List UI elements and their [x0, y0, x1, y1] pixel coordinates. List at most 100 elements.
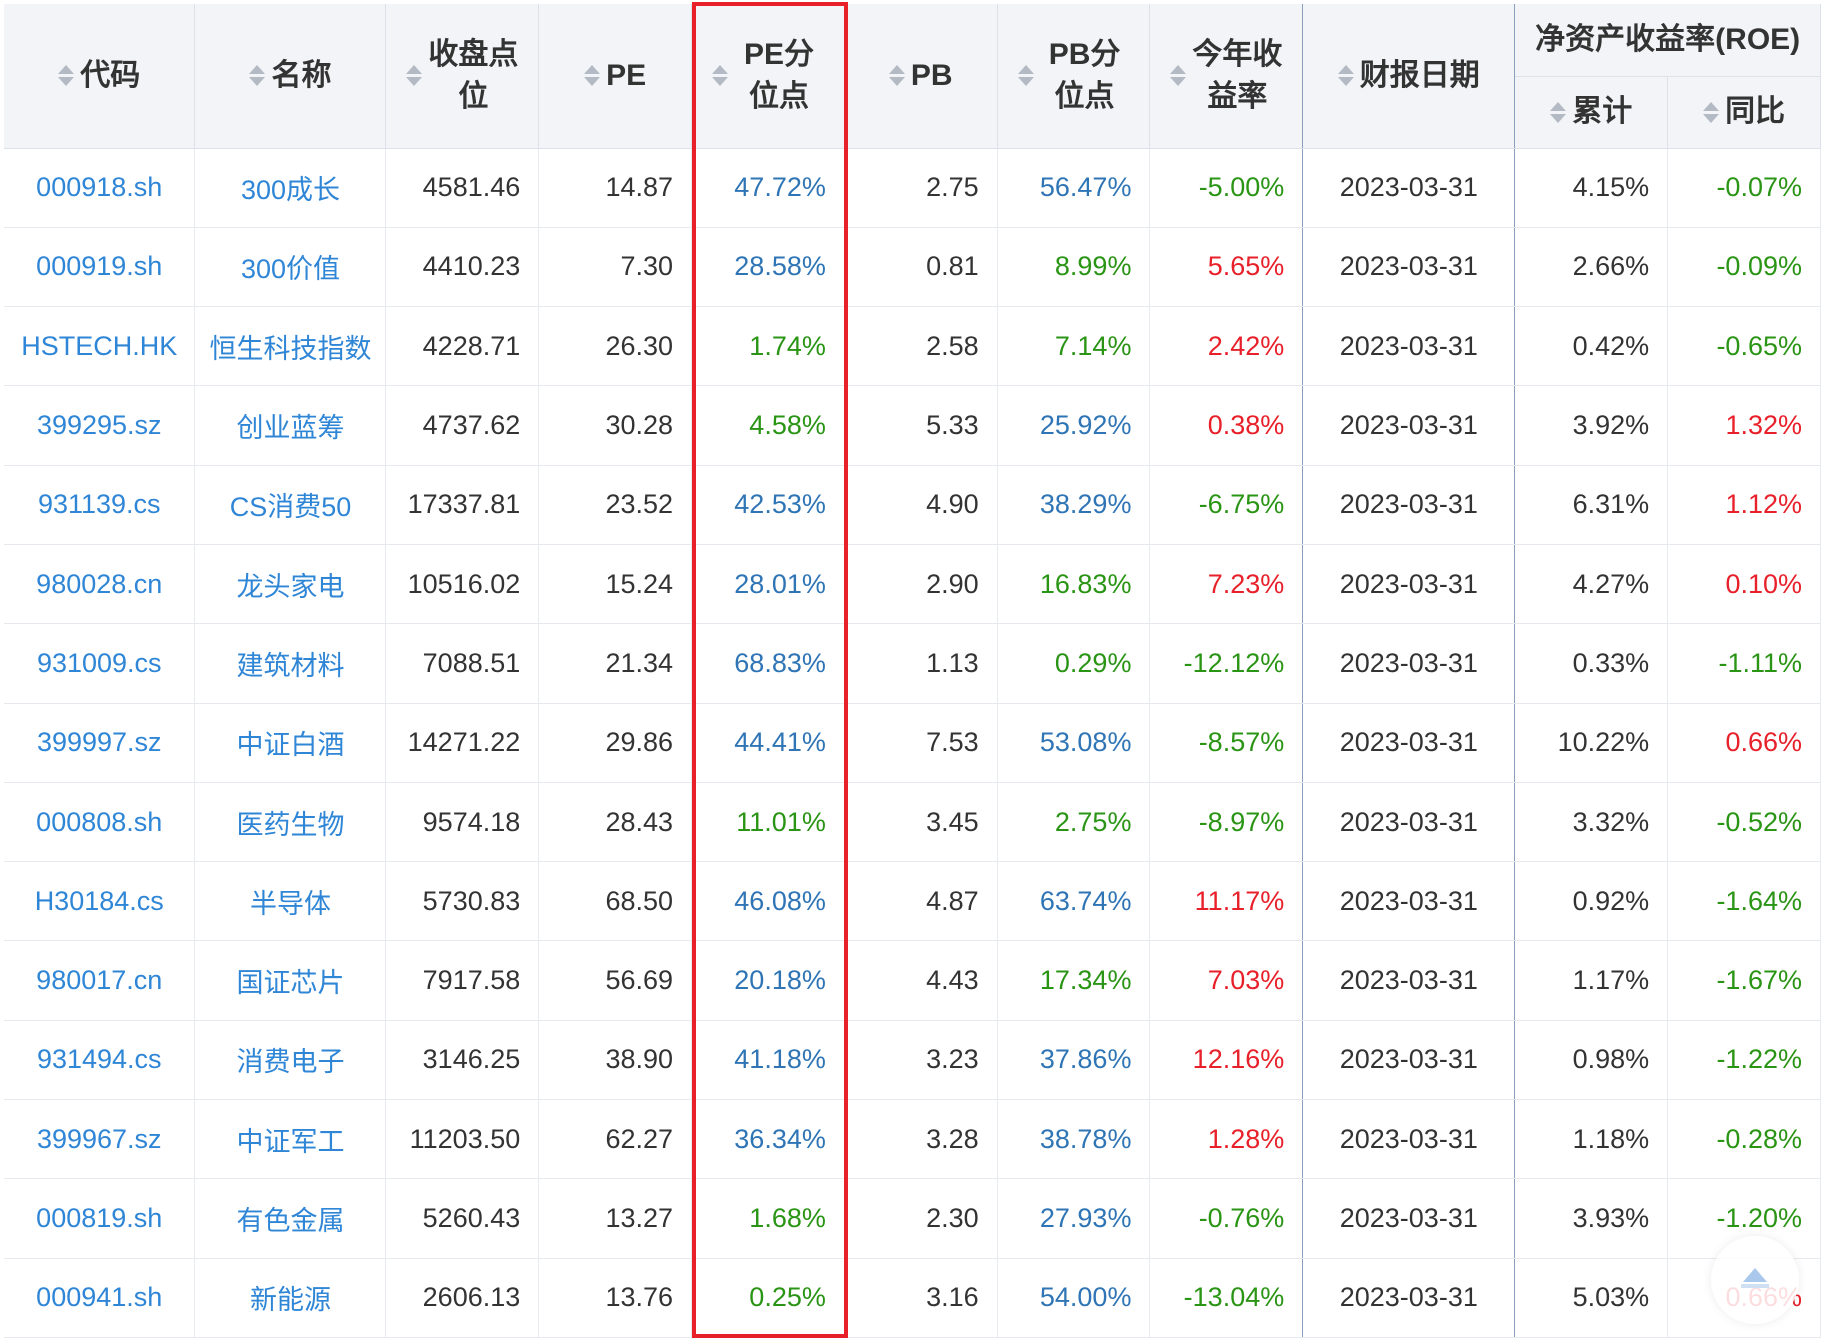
- cell-ytd-return: 2.42%: [1149, 306, 1304, 387]
- cell-close: 5260.43: [385, 1178, 540, 1259]
- column-header-code[interactable]: 代码: [4, 4, 196, 149]
- cell-roe-cumulative: 4.15%: [1514, 148, 1669, 228]
- column-header-label: PB分位点: [1048, 37, 1121, 113]
- column-header-roe-yoy[interactable]: 同比: [1667, 76, 1821, 149]
- cell-code[interactable]: 980028.cn: [4, 544, 196, 625]
- cell-roe-yoy: 0.66%: [1667, 703, 1821, 783]
- column-group-roe: 净资产收益率(ROE): [1514, 4, 1821, 77]
- cell-code[interactable]: 399295.sz: [4, 385, 196, 466]
- cell-report-date: 2023-03-31: [1302, 940, 1516, 1021]
- cell-roe-yoy: -1.67%: [1667, 940, 1821, 1021]
- cell-close: 17337.81: [385, 465, 540, 545]
- cell-code[interactable]: 931139.cs: [4, 465, 196, 545]
- table-row[interactable]: 980017.cn 国证芯片 7917.58 56.69 20.18% 4.43 17.34…: [4, 940, 1821, 1021]
- cell-pb: 3.16: [844, 1258, 998, 1338]
- column-header-report-date[interactable]: 财报日期: [1302, 4, 1516, 149]
- cell-name[interactable]: 300成长: [194, 148, 387, 228]
- cell-name[interactable]: 半导体: [194, 861, 387, 942]
- cell-name[interactable]: 医药生物: [194, 782, 387, 863]
- cell-code[interactable]: H30184.cs: [4, 861, 196, 942]
- cell-close: 4410.23: [385, 227, 540, 308]
- sort-icon: [1703, 101, 1720, 123]
- arrow-up-icon-bar: [1741, 1284, 1769, 1288]
- column-header-close[interactable]: 收盘点位: [385, 4, 540, 149]
- cell-pe-percentile: 20.18%: [691, 940, 845, 1021]
- column-group-label: 净资产收益率(ROE): [1535, 22, 1801, 56]
- column-header-name[interactable]: 名称: [194, 4, 387, 149]
- cell-name[interactable]: CS消费50: [194, 465, 387, 545]
- table-row[interactable]: H30184.cs 半导体 5730.83 68.50 46.08% 4.87 63.74%…: [4, 861, 1821, 942]
- cell-code[interactable]: 931009.cs: [4, 623, 196, 704]
- table-row[interactable]: 931494.cs 消费电子 3146.25 38.90 41.18% 3.23 37.86…: [4, 1020, 1821, 1101]
- cell-name[interactable]: 300价值: [194, 227, 387, 308]
- cell-pb: 7.53: [844, 703, 998, 783]
- cell-code[interactable]: HSTECH.HK: [4, 306, 196, 387]
- cell-roe-cumulative: 0.33%: [1514, 623, 1669, 704]
- cell-name[interactable]: 建筑材料: [194, 623, 387, 704]
- cell-name[interactable]: 消费电子: [194, 1020, 387, 1101]
- cell-name[interactable]: 新能源: [194, 1258, 387, 1338]
- cell-name[interactable]: 有色金属: [194, 1178, 387, 1259]
- table-row[interactable]: 399295.sz 创业蓝筹 4737.62 30.28 4.58% 5.33 25.92%…: [4, 385, 1821, 466]
- table-row[interactable]: 000918.sh 300成长 4581.46 14.87 47.72% 2.75 56.4…: [4, 148, 1821, 228]
- table-row[interactable]: 931139.cs CS消费50 17337.81 23.52 42.53% 4.90 38…: [4, 465, 1821, 545]
- cell-roe-yoy: -1.64%: [1667, 861, 1821, 942]
- cell-name[interactable]: 龙头家电: [194, 544, 387, 625]
- cell-close: 4581.46: [385, 148, 540, 228]
- cell-code[interactable]: 931494.cs: [4, 1020, 196, 1101]
- cell-pb: 3.28: [844, 1099, 998, 1180]
- column-header-pb[interactable]: PB: [844, 4, 998, 149]
- cell-code[interactable]: 000941.sh: [4, 1258, 196, 1338]
- cell-code[interactable]: 000819.sh: [4, 1178, 196, 1259]
- cell-ytd-return: 11.17%: [1149, 861, 1304, 942]
- table-row[interactable]: 399997.sz 中证白酒 14271.22 29.86 44.41% 7.53 53.0…: [4, 703, 1821, 783]
- cell-pb-percentile: 54.00%: [997, 1258, 1151, 1338]
- table-row[interactable]: 000808.sh 医药生物 9574.18 28.43 11.01% 3.45 2.75%…: [4, 782, 1821, 863]
- cell-pb: 4.43: [844, 940, 998, 1021]
- cell-name[interactable]: 国证芯片: [194, 940, 387, 1021]
- cell-report-date: 2023-03-31: [1302, 306, 1516, 387]
- cell-close: 14271.22: [385, 703, 540, 783]
- table-row[interactable]: 399967.sz 中证军工 11203.50 62.27 36.34% 3.28 38.7…: [4, 1099, 1821, 1180]
- column-header-pe[interactable]: PE: [538, 4, 693, 149]
- cell-report-date: 2023-03-31: [1302, 782, 1516, 863]
- cell-code[interactable]: 399997.sz: [4, 703, 196, 783]
- cell-roe-yoy: 0.10%: [1667, 544, 1821, 625]
- cell-name[interactable]: 恒生科技指数: [194, 306, 387, 387]
- cell-name[interactable]: 中证白酒: [194, 703, 387, 783]
- cell-pb: 2.75: [844, 148, 998, 228]
- cell-name[interactable]: 创业蓝筹: [194, 385, 387, 466]
- back-to-top-button[interactable]: [1711, 1236, 1799, 1324]
- cell-pe: 29.86: [538, 703, 693, 783]
- cell-roe-cumulative: 5.03%: [1514, 1258, 1669, 1338]
- cell-name[interactable]: 中证军工: [194, 1099, 387, 1180]
- cell-code[interactable]: 000919.sh: [4, 227, 196, 308]
- cell-code[interactable]: 000808.sh: [4, 782, 196, 863]
- column-header-pe-percentile[interactable]: PE分位点: [691, 4, 845, 149]
- column-header-ytd-return[interactable]: 今年收益率: [1149, 4, 1304, 149]
- table-row[interactable]: HSTECH.HK 恒生科技指数 4228.71 26.30 1.74% 2.58 7.14…: [4, 306, 1821, 387]
- cell-close: 5730.83: [385, 861, 540, 942]
- cell-pe-percentile: 28.58%: [691, 227, 845, 308]
- cell-pb-percentile: 17.34%: [997, 940, 1151, 1021]
- cell-ytd-return: -6.75%: [1149, 465, 1304, 545]
- cell-code[interactable]: 399967.sz: [4, 1099, 196, 1180]
- cell-pe-percentile: 47.72%: [691, 148, 845, 228]
- cell-code[interactable]: 000918.sh: [4, 148, 196, 228]
- table-row[interactable]: 980028.cn 龙头家电 10516.02 15.24 28.01% 2.90 16.8…: [4, 544, 1821, 625]
- cell-pe-percentile: 44.41%: [691, 703, 845, 783]
- cell-report-date: 2023-03-31: [1302, 227, 1516, 308]
- cell-ytd-return: 7.03%: [1149, 940, 1304, 1021]
- table-row[interactable]: 931009.cs 建筑材料 7088.51 21.34 68.83% 1.13 0.29%…: [4, 623, 1821, 704]
- cell-pb: 2.30: [844, 1178, 998, 1259]
- cell-ytd-return: -13.04%: [1149, 1258, 1304, 1338]
- column-header-roe-cumulative[interactable]: 累计: [1514, 76, 1669, 149]
- table-row[interactable]: 000819.sh 有色金属 5260.43 13.27 1.68% 2.30 27.93%…: [4, 1178, 1821, 1259]
- table-row[interactable]: 000919.sh 300价值 4410.23 7.30 28.58% 0.81 8.99%…: [4, 227, 1821, 308]
- cell-code[interactable]: 980017.cn: [4, 940, 196, 1021]
- cell-roe-cumulative: 4.27%: [1514, 544, 1669, 625]
- sort-icon: [1550, 101, 1567, 123]
- cell-roe-cumulative: 0.98%: [1514, 1020, 1669, 1101]
- table-row[interactable]: 000941.sh 新能源 2606.13 13.76 0.25% 3.16 54.00% -…: [4, 1258, 1821, 1338]
- column-header-pb-percentile[interactable]: PB分位点: [997, 4, 1151, 149]
